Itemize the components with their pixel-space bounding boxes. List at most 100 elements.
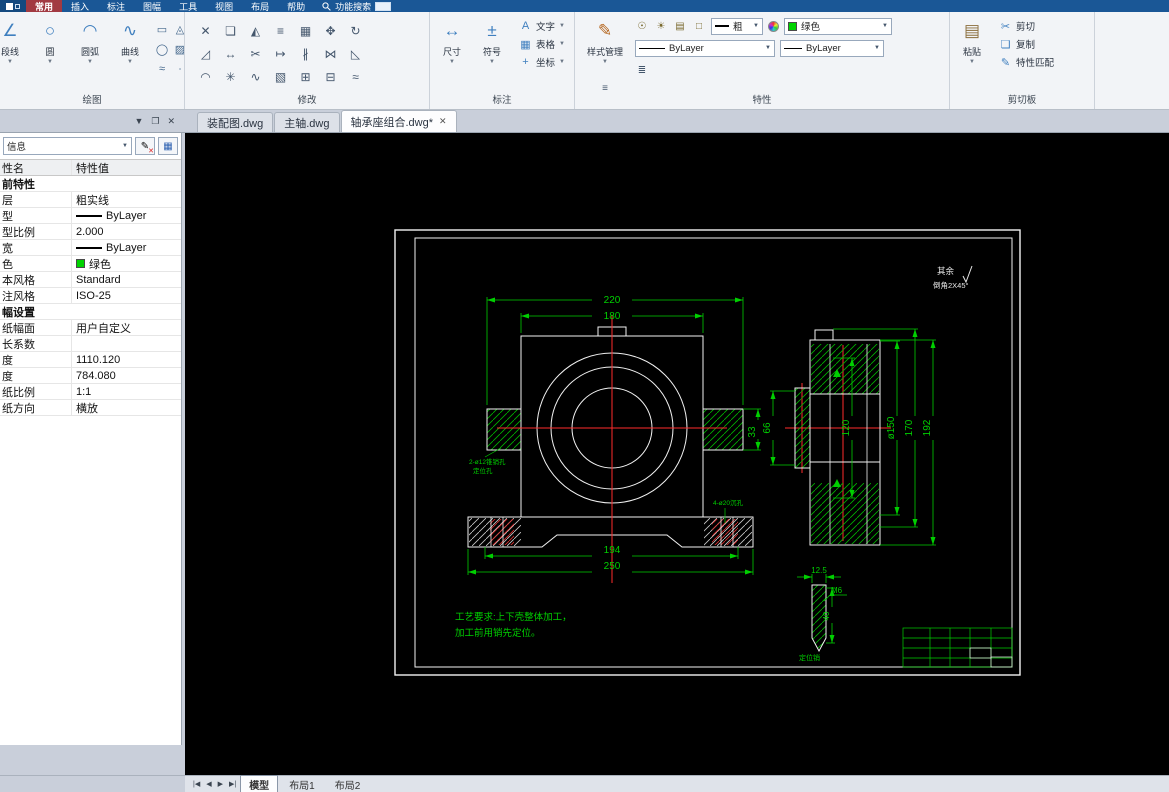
app-menu-button[interactable] [0,0,26,12]
property-row-2[interactable]: 层粗实线 [0,192,181,208]
draw-ellipse-icon[interactable]: ◯ [153,39,171,59]
color-wheel-icon[interactable] [768,21,779,32]
modify-explode-icon[interactable]: ✳ [218,65,243,88]
ribbon-tab-6[interactable]: 视图 [206,0,242,12]
palette-close-icon[interactable]: ✕ [167,116,175,127]
ribbon-tab-2[interactable]: 插入 [62,0,98,12]
table-icon: ▦ [519,38,532,51]
layer-freeze-icon[interactable]: □ [692,21,706,32]
clipboard-match-button[interactable]: ✎特性匹配 [996,54,1057,70]
property-row-14[interactable]: 纸比例1:1 [0,384,181,400]
property-row-6[interactable]: 色绿色 [0,256,181,272]
modify-edit-polyline-icon[interactable]: ∿ [243,65,268,88]
style-manager-button[interactable]: ✎ 样式管理 ▼ [585,15,625,89]
clipboard-cut-button[interactable]: ✂剪切 [996,18,1057,34]
modify-edit-spline-icon[interactable]: ≈ [343,65,368,88]
modify-break-icon[interactable]: ∦ [293,42,318,65]
modify-edit-hatch-icon[interactable]: ▧ [268,65,293,88]
property-row-11[interactable]: 长系数 [0,336,181,352]
property-row-4[interactable]: 型比例2.000 [0,224,181,240]
modify-stretch-icon[interactable]: ↔ [218,42,243,65]
ribbon-tab-5[interactable]: 工具 [170,0,206,12]
palette-pin-icon[interactable]: ❐ [151,116,159,127]
layer-sun-icon[interactable]: ☀ [654,21,668,32]
draw-arc-button[interactable]: ◠圆弧▼ [70,15,110,89]
annotate-coordinate-button[interactable]: +坐标▼ [516,54,568,70]
annotate-dimension-button[interactable]: ↔尺寸▼ [432,15,472,89]
property-row-10[interactable]: 纸幅面用户自定义 [0,320,181,336]
document-tab-1[interactable]: 装配图.dwg [197,112,273,132]
object-selector-combo[interactable]: 信息 ▼ [3,137,132,155]
modify-erase-icon[interactable]: ✕ [193,19,218,42]
property-row-1[interactable]: 前特性 [0,176,181,192]
modify-fillet-icon[interactable]: ◠ [193,65,218,88]
modify-array-icon[interactable]: ▦ [293,19,318,42]
property-row-13[interactable]: 度784.080 [0,368,181,384]
modify-mirror-icon[interactable]: ◭ [243,19,268,42]
quick-select-icon[interactable]: ✎✕ [135,137,155,155]
drawing-canvas[interactable]: 220 180 194 [185,133,1169,775]
linetype2-combo[interactable]: ByLayer ▼ [780,40,884,57]
nav-last-icon[interactable]: ▶| [227,780,238,788]
polyline-icon: ∠ [2,19,17,45]
property-row-7[interactable]: 本风格Standard [0,272,181,288]
modify-offset-icon[interactable]: ≡ [268,19,293,42]
modify-extend-icon[interactable]: ↦ [268,42,293,65]
draw-circle-button[interactable]: ○圆▼ [30,15,70,89]
layer-bulb-icon[interactable]: ☉ [635,21,649,32]
lineweight-list-icon[interactable]: ≣ [635,65,649,76]
modify-join-icon[interactable]: ⋈ [318,42,343,65]
function-search[interactable]: 功能搜索 [314,0,399,12]
paste-button[interactable]: ▤ 粘贴 ▼ [952,15,992,89]
modify-chamfer-icon[interactable]: ◺ [343,42,368,65]
draw-point-icon[interactable]: ∙ [171,59,184,79]
palette-chevron-down-icon[interactable]: ▼ [134,116,143,126]
ribbon-tab-8[interactable]: 帮助 [278,0,314,12]
modify-trim-icon[interactable]: ✂ [243,42,268,65]
ribbon-tab-4[interactable]: 图幅 [134,0,170,12]
clipboard-copy-button[interactable]: ❏复制 [996,36,1057,52]
layout-tab-3[interactable]: 布局2 [326,775,370,792]
draw-curve-button[interactable]: ∿曲线▼ [110,15,150,89]
draw-hatch-icon[interactable]: ▨ [171,39,184,59]
modify-move-icon[interactable]: ✥ [318,19,343,42]
search-box[interactable] [375,2,391,11]
select-objects-icon[interactable]: ▦ [158,137,178,155]
modify-copy-icon[interactable]: ❏ [218,19,243,42]
property-row-12[interactable]: 度1110.120 [0,352,181,368]
ribbon-tab-1[interactable]: 常用 [26,0,62,12]
layout-tab-2[interactable]: 布局1 [280,775,324,792]
document-tab-3[interactable]: 轴承座组合.dwg*✕ [341,110,457,132]
nav-next-icon[interactable]: ▶ [216,780,225,788]
property-row-15[interactable]: 纸方向横放 [0,400,181,416]
modify-ungroup-icon[interactable]: ⊟ [318,65,343,88]
close-icon[interactable]: ✕ [439,116,447,127]
nav-first-icon[interactable]: |◀ [191,780,202,788]
annotate-text-button[interactable]: A文字▼ [516,18,568,34]
modify-rotate-icon[interactable]: ↻ [343,19,368,42]
annotate-table-button[interactable]: ▦表格▼ [516,36,568,52]
draw-rectangle-icon[interactable]: ▭ [153,19,171,39]
app-icon [6,3,13,10]
draw-polyline-button[interactable]: ∠段线▼ [0,15,30,89]
nav-prev-icon[interactable]: ◀ [204,780,213,788]
draw-polygon-icon[interactable]: ◬ [171,19,184,39]
document-tab-2[interactable]: 主轴.dwg [274,112,339,132]
linetype-combo[interactable]: ByLayer ▼ [635,40,775,57]
style-list-button[interactable]: ≡ [598,83,612,94]
annotate-symbol-button[interactable]: ±符号▼ [472,15,512,89]
ribbon-tab-7[interactable]: 布局 [242,0,278,12]
lineweight-combo[interactable]: 粗 ▼ [711,18,763,35]
ribbon-tab-3[interactable]: 标注 [98,0,134,12]
modify-group-icon[interactable]: ⊞ [293,65,318,88]
color-combo[interactable]: 绿色 ▼ [784,18,892,35]
draw-spline-icon[interactable]: ≈ [153,59,171,79]
modify-scale-icon[interactable]: ◿ [193,42,218,65]
layout-tab-1[interactable]: 模型 [240,775,278,792]
cut-icon: ✂ [999,20,1012,33]
property-row-5[interactable]: 宽ByLayer [0,240,181,256]
property-row-3[interactable]: 型ByLayer [0,208,181,224]
layer-print-icon[interactable]: ▤ [673,21,687,32]
property-row-8[interactable]: 注风格ISO-25 [0,288,181,304]
property-row-9[interactable]: 幅设置 [0,304,181,320]
